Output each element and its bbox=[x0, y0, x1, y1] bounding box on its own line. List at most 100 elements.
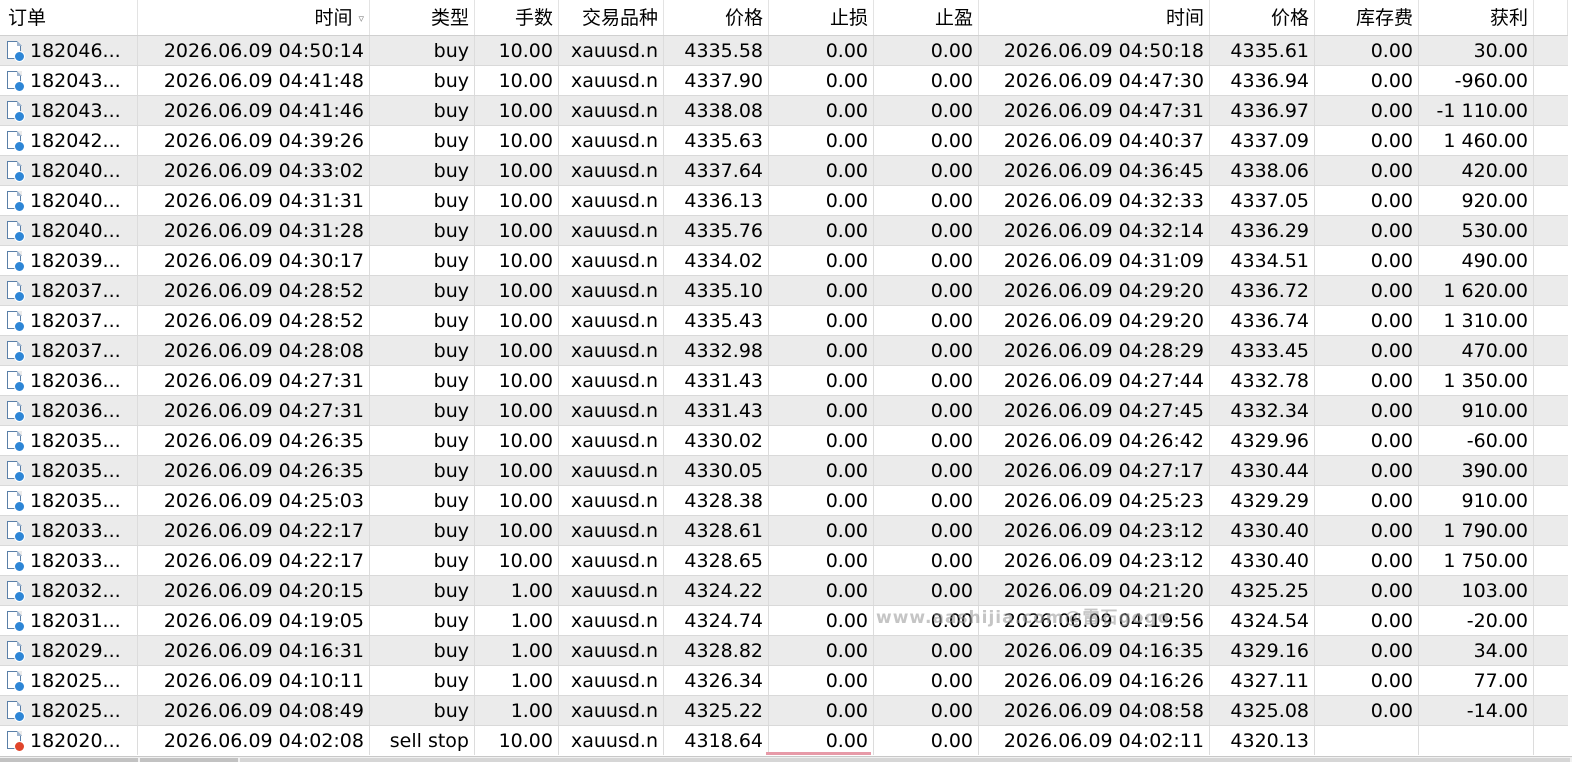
cell-order: 182033... bbox=[0, 546, 138, 575]
table-row[interactable]: 182033... 2026.06.09 04:22:17 buy 10.00 xauu… bbox=[0, 546, 1568, 576]
scrollbar-thumb[interactable] bbox=[240, 758, 1570, 762]
cell-stop-loss: 0.00 bbox=[769, 66, 874, 95]
cell-type: buy bbox=[370, 426, 475, 455]
cell-open-time: 2026.06.09 04:30:17 bbox=[138, 246, 370, 275]
cell-take-profit: 0.00 bbox=[874, 666, 979, 695]
cell-swap: 0.00 bbox=[1315, 306, 1419, 335]
table-row[interactable]: 182040... 2026.06.09 04:31:31 buy 10.00 xauu… bbox=[0, 186, 1568, 216]
cell-profit: 1 310.00 bbox=[1419, 306, 1534, 335]
table-row[interactable]: 182020... 2026.06.09 04:02:08 sell stop 10.… bbox=[0, 726, 1568, 755]
cell-order: 182033... bbox=[0, 516, 138, 545]
cell-open-time: 2026.06.09 04:31:31 bbox=[138, 186, 370, 215]
cell-type: buy bbox=[370, 306, 475, 335]
cell-symbol: xauusd.n bbox=[559, 546, 664, 575]
horizontal-scrollbar[interactable] bbox=[0, 756, 1572, 762]
cell-close-time: 2026.06.09 04:29:20 bbox=[979, 306, 1210, 335]
column-header-order[interactable]: 订单 bbox=[0, 0, 138, 35]
cell-order: 182042... bbox=[0, 126, 138, 155]
cell-close-price: 4327.11 bbox=[1210, 666, 1315, 695]
cell-profit: 490.00 bbox=[1419, 246, 1534, 275]
column-header-symbol[interactable]: 交易品种 bbox=[559, 0, 664, 35]
cell-take-profit: 0.00 bbox=[874, 636, 979, 665]
cell-stop-loss: 0.00 bbox=[769, 366, 874, 395]
cell-lots: 10.00 bbox=[475, 276, 559, 305]
column-header-open-price-label: 价格 bbox=[724, 7, 763, 29]
cell-take-profit: 0.00 bbox=[874, 336, 979, 365]
cell-stop-loss: 0.00 bbox=[769, 156, 874, 185]
cell-swap: 0.00 bbox=[1315, 96, 1419, 125]
cell-open-price: 4335.58 bbox=[664, 36, 769, 65]
table-row[interactable]: 182035... 2026.06.09 04:26:35 buy 10.00 xauu… bbox=[0, 426, 1568, 456]
table-row[interactable]: 182040... 2026.06.09 04:31:28 buy 10.00 xauu… bbox=[0, 216, 1568, 246]
column-header-open-time[interactable]: 时间 ▿ bbox=[138, 0, 370, 35]
cell-close-price: 4336.97 bbox=[1210, 96, 1315, 125]
cell-lots: 1.00 bbox=[475, 576, 559, 605]
column-header-open-price[interactable]: 价格 bbox=[664, 0, 769, 35]
cell-stop-loss: 0.00 bbox=[769, 276, 874, 305]
scrollbar-segment[interactable] bbox=[140, 758, 238, 762]
column-header-stop-loss[interactable]: 止损 bbox=[769, 0, 874, 35]
cell-swap: 0.00 bbox=[1315, 486, 1419, 515]
row-filler bbox=[1534, 426, 1568, 455]
column-header-type[interactable]: 类型 bbox=[370, 0, 475, 35]
cell-close-price: 4336.74 bbox=[1210, 306, 1315, 335]
table-row[interactable]: 182031... 2026.06.09 04:19:05 buy 1.00 xauus… bbox=[0, 606, 1568, 636]
cell-take-profit: 0.00 bbox=[874, 366, 979, 395]
table-row[interactable]: 182029... 2026.06.09 04:16:31 buy 1.00 xauus… bbox=[0, 636, 1568, 666]
column-header-profit[interactable]: 获利 bbox=[1419, 0, 1534, 35]
cell-symbol: xauusd.n bbox=[559, 156, 664, 185]
cell-profit: 1 460.00 bbox=[1419, 126, 1534, 155]
column-header-take-profit[interactable]: 止盈 bbox=[874, 0, 979, 35]
cell-close-time: 2026.06.09 04:26:42 bbox=[979, 426, 1210, 455]
column-header-swap[interactable]: 库存费 bbox=[1315, 0, 1419, 35]
cell-symbol: xauusd.n bbox=[559, 366, 664, 395]
table-row[interactable]: 182033... 2026.06.09 04:22:17 buy 10.00 xauu… bbox=[0, 516, 1568, 546]
table-row[interactable]: 182037... 2026.06.09 04:28:08 buy 10.00 xauu… bbox=[0, 336, 1568, 366]
cell-close-time: 2026.06.09 04:08:58 bbox=[979, 696, 1210, 725]
cell-symbol: xauusd.n bbox=[559, 276, 664, 305]
cell-profit: 1 350.00 bbox=[1419, 366, 1534, 395]
table-row[interactable]: 182043... 2026.06.09 04:41:46 buy 10.00 xauu… bbox=[0, 96, 1568, 126]
cell-stop-loss: 0.00 bbox=[769, 96, 874, 125]
cell-profit: 1 790.00 bbox=[1419, 516, 1534, 545]
table-row[interactable]: 182039... 2026.06.09 04:30:17 buy 10.00 xauu… bbox=[0, 246, 1568, 276]
cell-swap: 0.00 bbox=[1315, 516, 1419, 545]
table-row[interactable]: 182037... 2026.06.09 04:28:52 buy 10.00 xauu… bbox=[0, 306, 1568, 336]
table-row[interactable]: 182042... 2026.06.09 04:39:26 buy 10.00 xauu… bbox=[0, 126, 1568, 156]
cell-close-price: 4325.25 bbox=[1210, 576, 1315, 605]
table-row[interactable]: 182037... 2026.06.09 04:28:52 buy 10.00 xauu… bbox=[0, 276, 1568, 306]
column-header-close-time[interactable]: 时间 bbox=[979, 0, 1210, 35]
row-filler bbox=[1534, 486, 1568, 515]
table-row[interactable]: 182036... 2026.06.09 04:27:31 buy 10.00 xauu… bbox=[0, 366, 1568, 396]
order-closed-icon bbox=[6, 160, 25, 182]
order-id: 182020... bbox=[30, 729, 121, 752]
cell-open-time: 2026.06.09 04:19:05 bbox=[138, 606, 370, 635]
cell-order: 182020... bbox=[0, 726, 138, 755]
scrollbar-segment[interactable] bbox=[0, 758, 138, 762]
column-header-close-price[interactable]: 价格 bbox=[1210, 0, 1315, 35]
cell-open-time: 2026.06.09 04:22:17 bbox=[138, 546, 370, 575]
table-row[interactable]: 182025... 2026.06.09 04:08:49 buy 1.00 xauus… bbox=[0, 696, 1568, 726]
table-row[interactable]: 182036... 2026.06.09 04:27:31 buy 10.00 xauu… bbox=[0, 396, 1568, 426]
cell-close-time: 2026.06.09 04:25:23 bbox=[979, 486, 1210, 515]
order-cancelled-icon bbox=[6, 730, 25, 752]
row-filler bbox=[1534, 516, 1568, 545]
column-header-lots[interactable]: 手数 bbox=[475, 0, 559, 35]
row-filler bbox=[1534, 66, 1568, 95]
cell-symbol: xauusd.n bbox=[559, 486, 664, 515]
order-id: 182037... bbox=[30, 279, 121, 302]
cell-open-time: 2026.06.09 04:26:35 bbox=[138, 456, 370, 485]
history-table: 订单 时间 ▿ 类型 手数 交易品种 价格 止损 止盈 时间 价格 库存费 获利 … bbox=[0, 0, 1568, 755]
cell-swap: 0.00 bbox=[1315, 546, 1419, 575]
table-row[interactable]: 182035... 2026.06.09 04:25:03 buy 10.00 xauu… bbox=[0, 486, 1568, 516]
table-row[interactable]: 182046... 2026.06.09 04:50:14 buy 10.00 xauu… bbox=[0, 36, 1568, 66]
table-row[interactable]: 182025... 2026.06.09 04:10:11 buy 1.00 xauus… bbox=[0, 666, 1568, 696]
table-row[interactable]: 182040... 2026.06.09 04:33:02 buy 10.00 xauu… bbox=[0, 156, 1568, 186]
table-row[interactable]: 182035... 2026.06.09 04:26:35 buy 10.00 xauu… bbox=[0, 456, 1568, 486]
order-closed-icon bbox=[6, 460, 25, 482]
table-row[interactable]: 182043... 2026.06.09 04:41:48 buy 10.00 xauu… bbox=[0, 66, 1568, 96]
cell-stop-loss: 0.00 bbox=[769, 696, 874, 725]
cell-lots: 10.00 bbox=[475, 306, 559, 335]
cell-order: 182040... bbox=[0, 216, 138, 245]
table-row[interactable]: 182032... 2026.06.09 04:20:15 buy 1.00 xauus… bbox=[0, 576, 1568, 606]
